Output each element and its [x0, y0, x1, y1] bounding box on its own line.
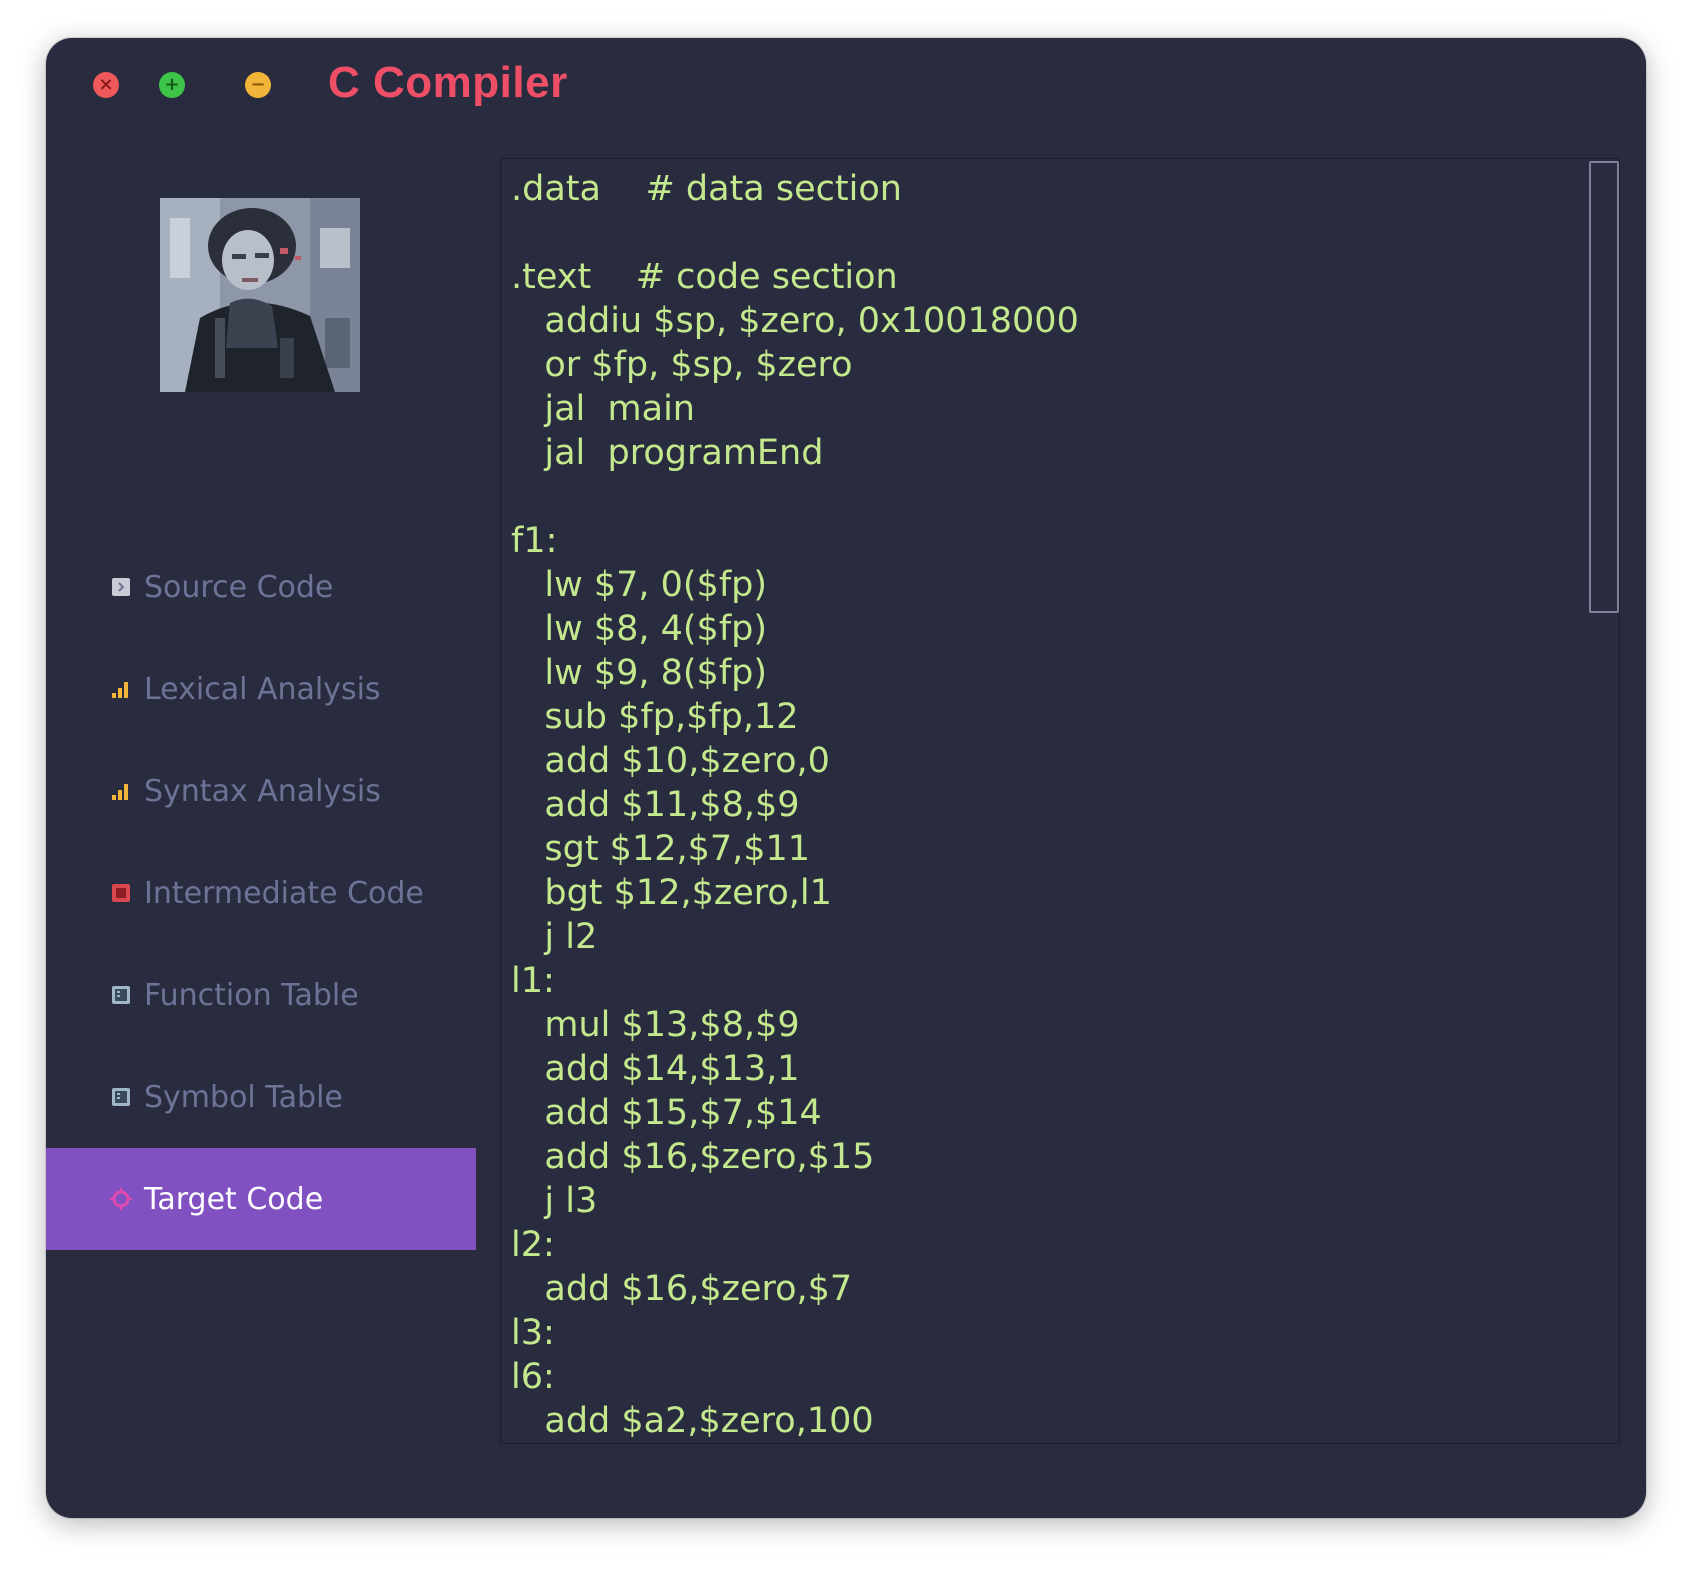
sidebar-item-label: Target Code: [144, 1181, 324, 1217]
code-line: .data # data section: [511, 169, 902, 209]
bar-chart-icon: [110, 780, 132, 802]
sidebar-item-syntax-analysis[interactable]: Syntax Analysis: [46, 740, 476, 842]
sidebar-item-label: Function Table: [144, 977, 359, 1013]
code-line: add $11,$8,$9: [511, 785, 800, 825]
code-line: lw $8, 4($fp): [511, 609, 768, 649]
sidebar-item-label: Source Code: [144, 569, 334, 605]
code-line: l2:: [511, 1225, 555, 1265]
code-line: l6:: [511, 1357, 555, 1397]
minus-icon[interactable]: −: [245, 72, 271, 98]
document-icon: [110, 576, 132, 598]
sidebar-item-intermediate-code[interactable]: Intermediate Code: [46, 842, 476, 944]
target-code-editor[interactable]: .data # data section .text # code sectio…: [500, 158, 1620, 1444]
code-text[interactable]: .data # data section .text # code sectio…: [511, 167, 1079, 1443]
sidebar-item-symbol-table[interactable]: Symbol Table: [46, 1046, 476, 1148]
vertical-scrollbar[interactable]: [1589, 159, 1619, 1443]
sidebar-item-source-code[interactable]: Source Code: [46, 536, 476, 638]
code-line: .text # code section: [511, 257, 898, 297]
window-title: C Compiler: [328, 58, 568, 107]
code-line: sub $fp,$fp,12: [511, 697, 799, 737]
code-line: add $16,$zero,$15: [511, 1137, 875, 1177]
code-line: addiu $sp, $zero, 0x10018000: [511, 301, 1079, 341]
sidebar-item-function-table[interactable]: Function Table: [46, 944, 476, 1046]
code-line: add $15,$7,$14: [511, 1093, 822, 1133]
code-line: add $16,$zero,$7: [511, 1269, 853, 1309]
code-line: add $10,$zero,0: [511, 741, 830, 781]
table-icon: [110, 1086, 132, 1108]
code-line: jal programEnd: [511, 433, 824, 473]
app-window: × + − C Compiler Source Code Lexical Ana…: [46, 38, 1646, 1518]
avatar: [160, 198, 360, 392]
code-line: f1:: [511, 521, 558, 561]
sidebar-nav: Source Code Lexical Analysis Syntax Anal…: [46, 536, 476, 1250]
sidebar-item-label: Intermediate Code: [144, 875, 424, 911]
crosshair-icon: [110, 1188, 132, 1210]
code-line: lw $9, 8($fp): [511, 653, 768, 693]
code-line: sgt $12,$7,$11: [511, 829, 811, 869]
code-line: j l2: [511, 917, 598, 957]
code-line: mul $13,$8,$9: [511, 1005, 800, 1045]
code-line: jal main: [511, 389, 695, 429]
sidebar-item-label: Lexical Analysis: [144, 671, 381, 707]
code-line: l3:: [511, 1313, 555, 1353]
plus-icon[interactable]: +: [159, 72, 185, 98]
code-line: add $a2,$zero,100: [511, 1401, 874, 1441]
code-line: l1:: [511, 961, 555, 1001]
code-line: or $fp, $sp, $zero: [511, 345, 853, 385]
bar-chart-icon: [110, 678, 132, 700]
sidebar-item-target-code[interactable]: Target Code: [46, 1148, 476, 1250]
sidebar-item-label: Symbol Table: [144, 1079, 343, 1115]
code-line: j l3: [511, 1181, 598, 1221]
table-icon: [110, 984, 132, 1006]
sidebar-item-lexical-analysis[interactable]: Lexical Analysis: [46, 638, 476, 740]
scroll-thumb[interactable]: [1589, 161, 1619, 613]
stop-square-icon: [110, 882, 132, 904]
code-line: bgt $12,$zero,l1: [511, 873, 832, 913]
code-line: add $14,$13,1: [511, 1049, 800, 1089]
code-line: lw $7, 0($fp): [511, 565, 768, 605]
sidebar-item-label: Syntax Analysis: [144, 773, 381, 809]
close-icon[interactable]: ×: [93, 72, 119, 98]
